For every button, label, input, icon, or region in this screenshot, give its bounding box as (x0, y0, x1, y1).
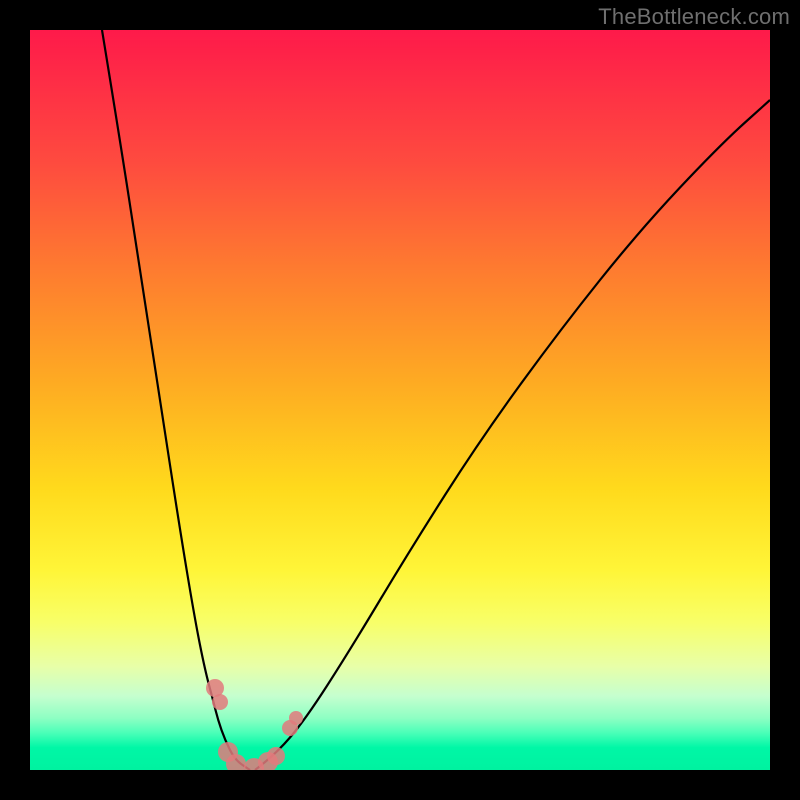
marker-dot (212, 694, 228, 710)
right-curve (255, 100, 770, 770)
stage: TheBottleneck.com (0, 0, 800, 800)
marker-dot (267, 747, 285, 765)
chart-svg (30, 30, 770, 770)
left-curve (102, 30, 250, 770)
marker-dot (289, 711, 303, 725)
watermark-text: TheBottleneck.com (598, 4, 790, 30)
